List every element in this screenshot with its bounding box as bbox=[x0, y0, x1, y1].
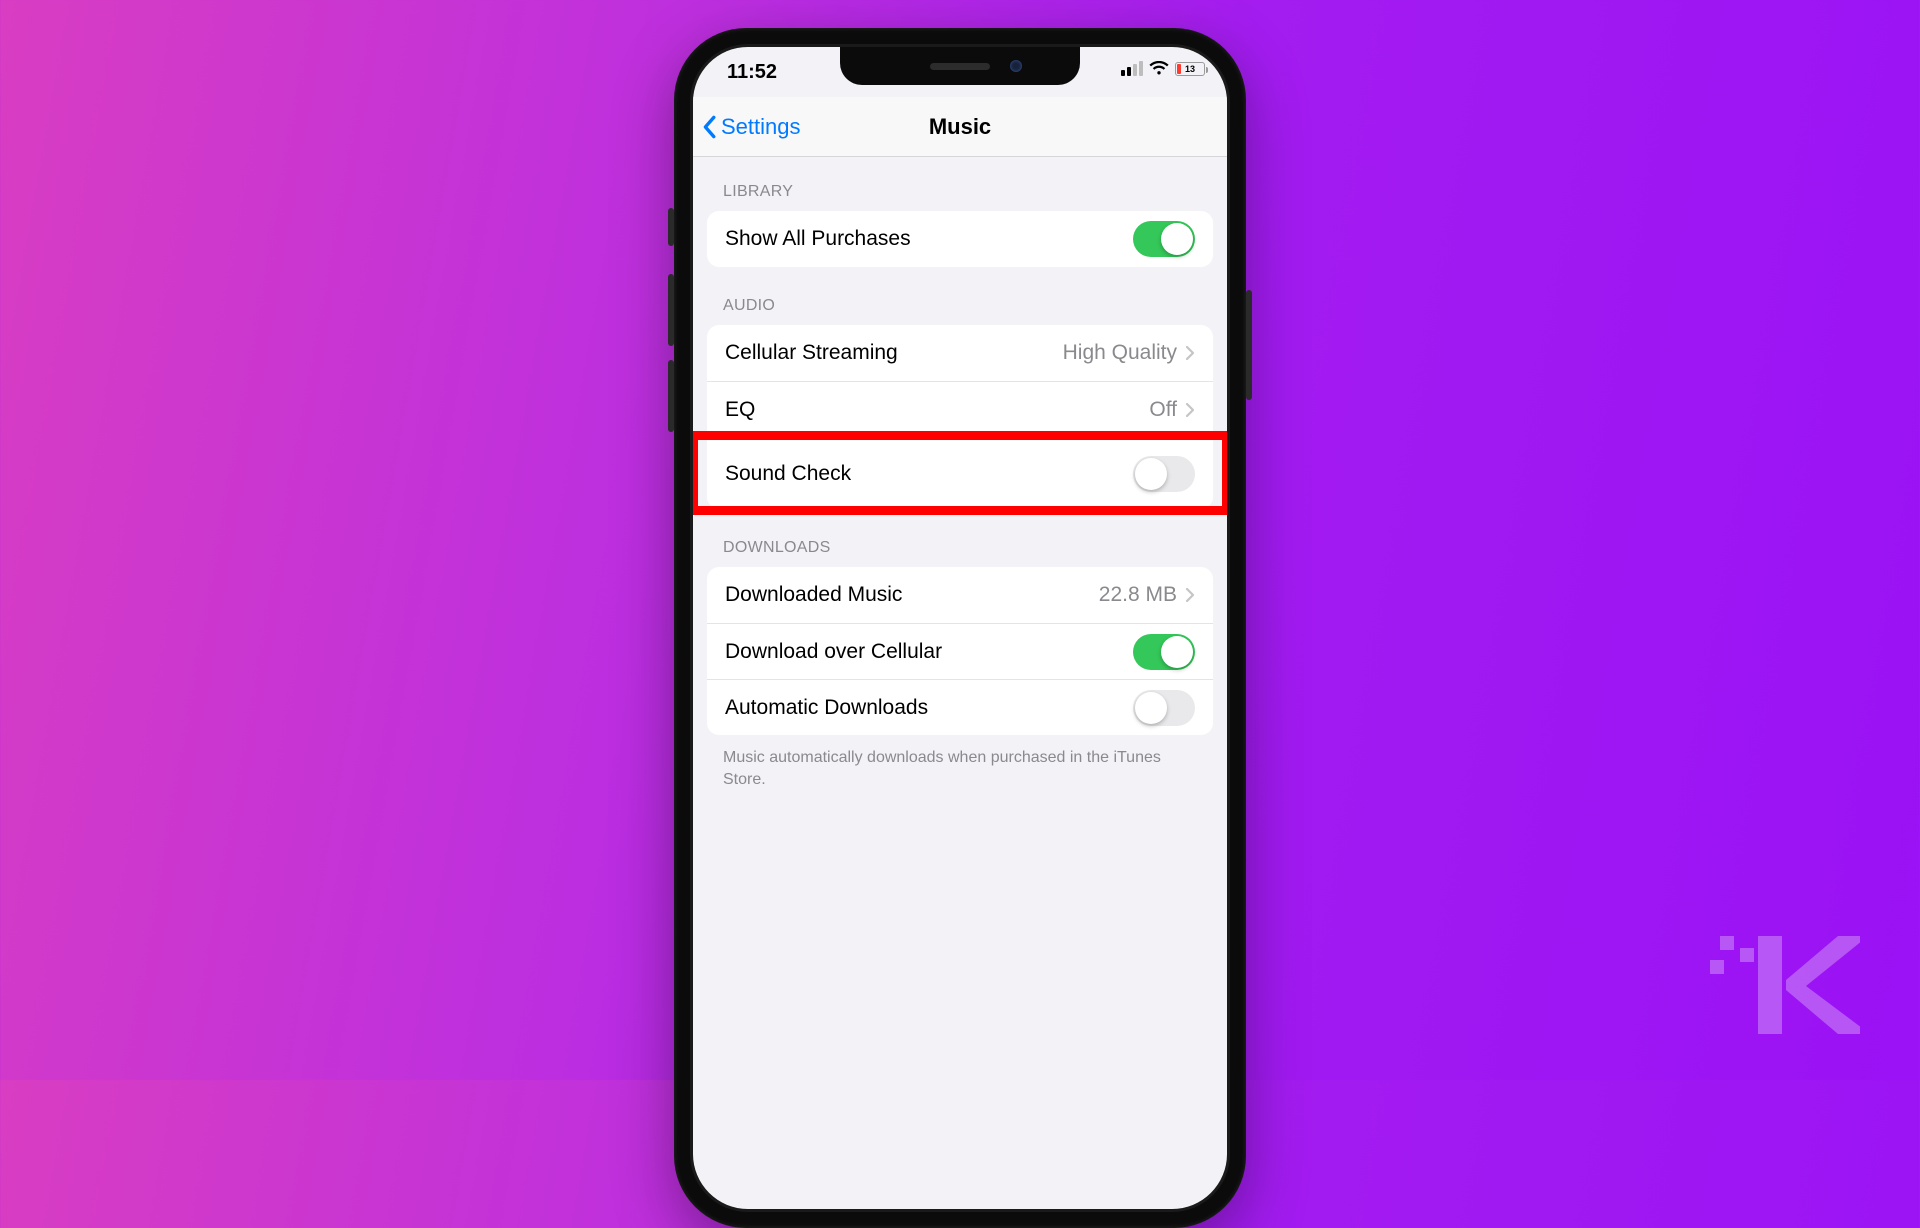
group-audio: Cellular Streaming High Quality EQ Off S… bbox=[707, 325, 1213, 509]
battery-percent: 13 bbox=[1176, 63, 1204, 75]
toggle-sound-check[interactable] bbox=[1133, 456, 1195, 492]
watermark-logo bbox=[1710, 930, 1860, 1040]
chevron-right-icon bbox=[1185, 587, 1195, 603]
back-label: Settings bbox=[721, 114, 801, 140]
back-button[interactable]: Settings bbox=[693, 114, 801, 140]
row-automatic-downloads[interactable]: Automatic Downloads bbox=[707, 679, 1213, 735]
phone-screen: 11:52 13 bbox=[693, 47, 1227, 1209]
chevron-right-icon bbox=[1185, 402, 1195, 418]
row-downloaded-music[interactable]: Downloaded Music 22.8 MB bbox=[707, 567, 1213, 623]
row-label: EQ bbox=[725, 398, 1149, 422]
volume-up-button bbox=[668, 274, 674, 346]
front-camera bbox=[1010, 60, 1022, 72]
group-downloads: Downloaded Music 22.8 MB Download over C… bbox=[707, 567, 1213, 735]
row-eq[interactable]: EQ Off bbox=[707, 381, 1213, 437]
row-sound-check[interactable]: Sound Check bbox=[707, 437, 1213, 509]
section-header-library: LIBRARY bbox=[693, 157, 1227, 211]
volume-down-button bbox=[668, 360, 674, 432]
notch bbox=[840, 47, 1080, 85]
power-button bbox=[1246, 290, 1252, 400]
toggle-download-over-cellular[interactable] bbox=[1133, 634, 1195, 670]
row-download-over-cellular[interactable]: Download over Cellular bbox=[707, 623, 1213, 679]
row-label: Sound Check bbox=[725, 462, 1133, 486]
phone-frame: 11:52 13 bbox=[674, 28, 1246, 1228]
status-time: 11:52 bbox=[727, 61, 777, 83]
settings-content[interactable]: LIBRARY Show All Purchases AUDIO Cellula… bbox=[693, 157, 1227, 830]
navigation-bar: Settings Music bbox=[693, 97, 1227, 157]
wifi-icon bbox=[1149, 61, 1169, 76]
group-library: Show All Purchases bbox=[707, 211, 1213, 267]
row-label: Cellular Streaming bbox=[725, 341, 1063, 365]
silent-switch bbox=[668, 208, 674, 246]
row-label: Download over Cellular bbox=[725, 640, 1133, 664]
battery-icon: 13 bbox=[1175, 62, 1205, 76]
row-value: Off bbox=[1149, 398, 1177, 422]
speaker-grill bbox=[930, 63, 990, 70]
row-cellular-streaming[interactable]: Cellular Streaming High Quality bbox=[707, 325, 1213, 381]
section-header-audio: AUDIO bbox=[693, 267, 1227, 325]
row-show-all-purchases[interactable]: Show All Purchases bbox=[707, 211, 1213, 267]
downloads-footer-note: Music automatically downloads when purch… bbox=[693, 735, 1227, 790]
row-value: High Quality bbox=[1063, 341, 1177, 365]
section-header-downloads: DOWNLOADS bbox=[693, 509, 1227, 567]
row-label: Show All Purchases bbox=[725, 227, 1133, 251]
chevron-left-icon bbox=[701, 115, 717, 139]
toggle-automatic-downloads[interactable] bbox=[1133, 690, 1195, 726]
chevron-right-icon bbox=[1185, 345, 1195, 361]
cellular-signal-icon bbox=[1121, 61, 1143, 76]
row-label: Downloaded Music bbox=[725, 583, 1099, 607]
row-label: Automatic Downloads bbox=[725, 696, 1133, 720]
toggle-show-all-purchases[interactable] bbox=[1133, 221, 1195, 257]
row-value: 22.8 MB bbox=[1099, 583, 1177, 607]
